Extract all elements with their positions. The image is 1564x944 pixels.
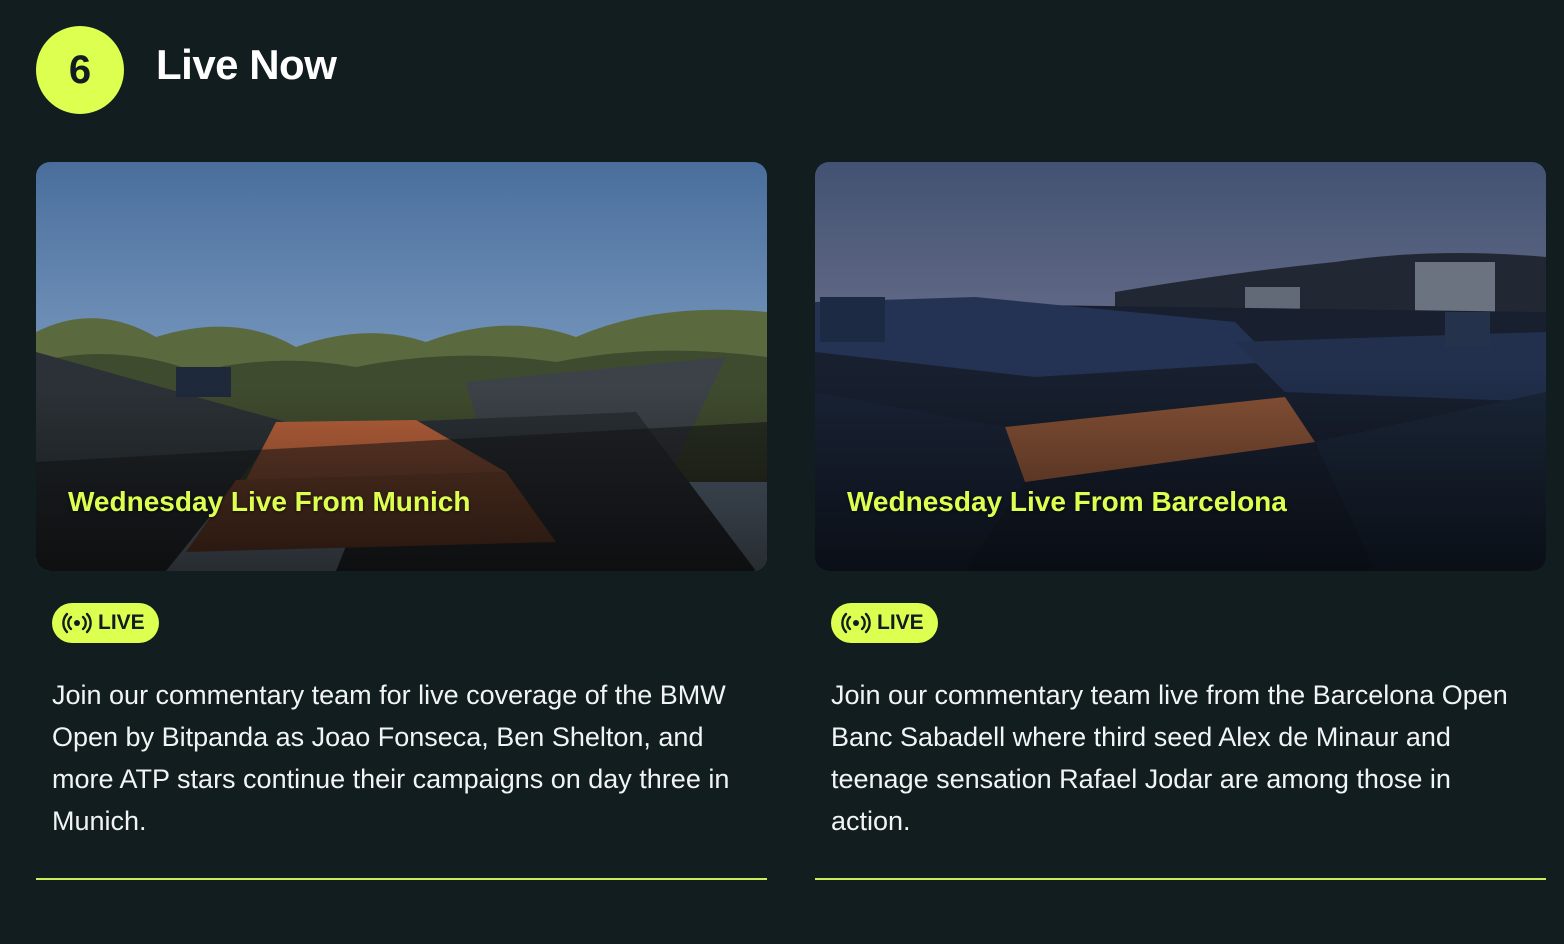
card-divider	[815, 878, 1546, 880]
live-card-barcelona[interactable]: Wednesday Live From Barcelona LIVE Join …	[815, 162, 1546, 882]
card-divider	[36, 878, 767, 880]
live-badge: LIVE	[52, 603, 159, 643]
section-title: Live Now	[156, 41, 337, 88]
broadcast-icon	[841, 612, 871, 634]
card-thumbnail[interactable]: Wednesday Live From Munich	[36, 162, 767, 571]
live-card-munich[interactable]: Wednesday Live From Munich LIVE Join our…	[36, 162, 767, 882]
live-label: LIVE	[98, 611, 145, 634]
broadcast-icon	[62, 612, 92, 634]
card-description: Join our commentary team live from the B…	[831, 680, 1508, 836]
card-thumbnail[interactable]: Wednesday Live From Barcelona	[815, 162, 1546, 571]
card-title[interactable]: Wednesday Live From Barcelona	[847, 486, 1287, 518]
live-badge: LIVE	[831, 603, 938, 643]
section-header: 6 Live Now	[36, 26, 337, 114]
count-badge: 6	[36, 26, 124, 114]
live-label: LIVE	[877, 611, 924, 634]
card-title[interactable]: Wednesday Live From Munich	[68, 486, 470, 518]
card-description: Join our commentary team for live covera…	[52, 680, 730, 836]
